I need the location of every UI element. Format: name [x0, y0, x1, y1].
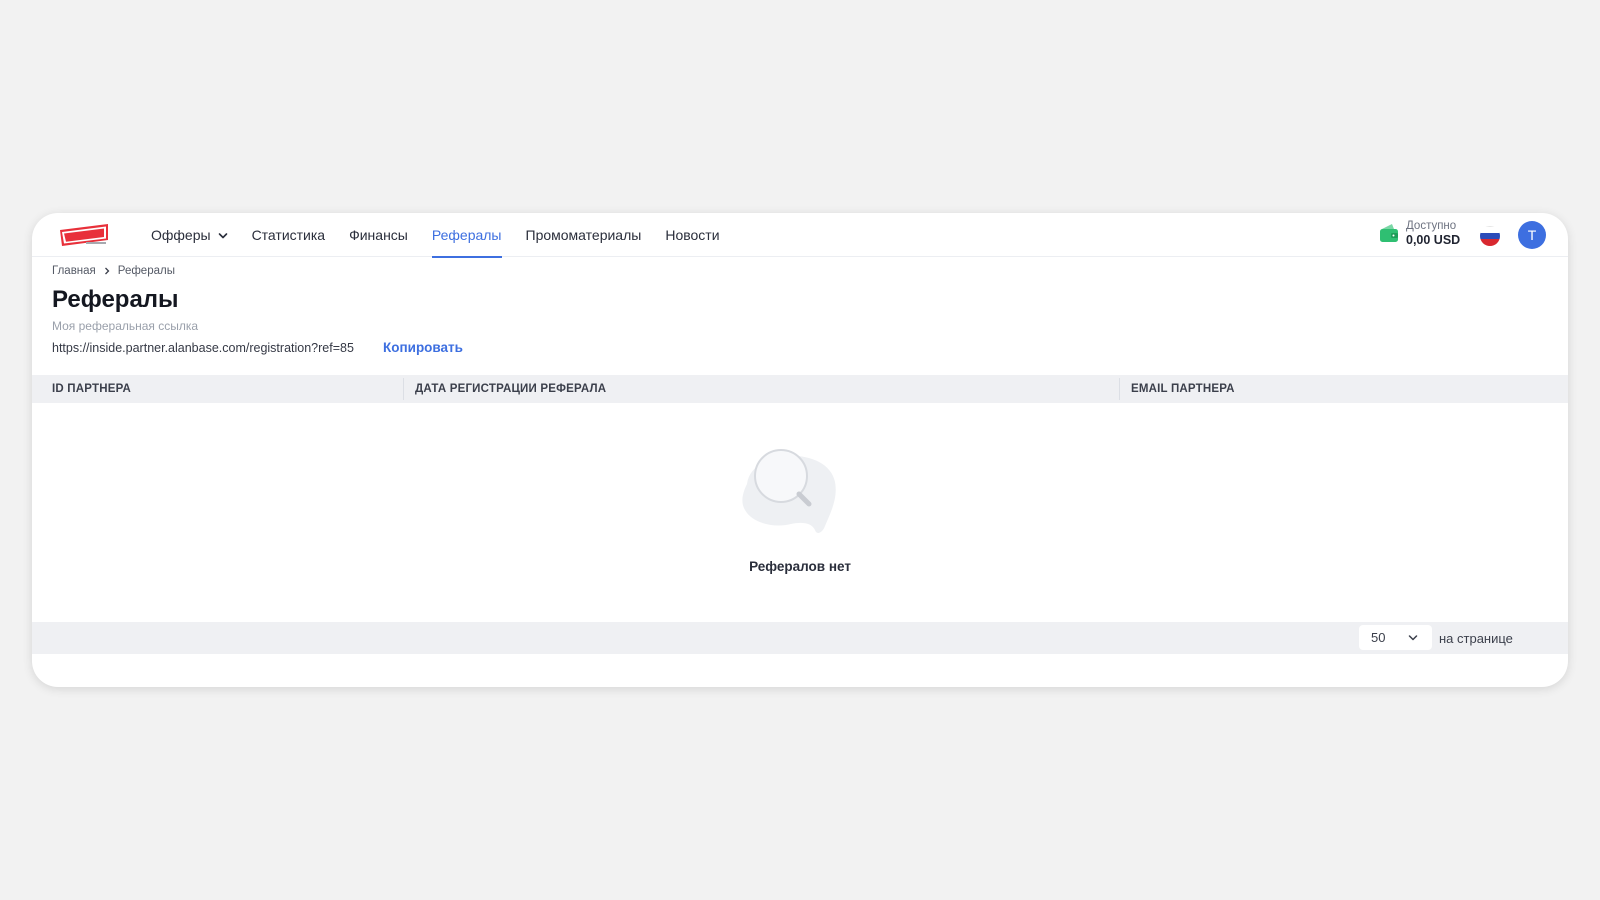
nav-news[interactable]: Новости [665, 213, 719, 257]
chevron-right-icon [104, 267, 110, 275]
column-partner-id[interactable]: ID ПАРТНЕРА [52, 375, 131, 403]
breadcrumb-home[interactable]: Главная [52, 265, 96, 277]
nav-news-label: Новости [665, 227, 720, 243]
referral-link-label: Моя реферальная ссылка [52, 319, 199, 333]
main-card: Офферы Статистика Финансы Рефералы Промо… [32, 213, 1568, 687]
empty-search-icon [742, 449, 836, 533]
nav-promo-materials-label: Промоматериалы [525, 227, 642, 243]
referral-link: https://inside.partner.alanbase.com/regi… [52, 341, 354, 355]
wallet-icon[interactable] [1378, 223, 1400, 243]
copy-button[interactable]: Копировать [383, 340, 463, 355]
column-referral-registration-date[interactable]: ДАТА РЕГИСТРАЦИИ РЕФЕРАЛА [415, 375, 606, 403]
empty-state-text: Рефералов нет [749, 559, 851, 574]
balance-display[interactable]: Доступно 0,00 USD [1406, 219, 1460, 247]
nav-offers[interactable]: Офферы [151, 213, 228, 257]
table-header: ID ПАРТНЕРА ДАТА РЕГИСТРАЦИИ РЕФЕРАЛА EM… [32, 375, 1568, 403]
balance-value: 0,00 USD [1406, 233, 1461, 247]
nav-finances[interactable]: Финансы [349, 213, 408, 257]
column-divider [1119, 378, 1120, 400]
per-page-value: 50 [1371, 630, 1386, 645]
nav-referrals-label: Рефералы [431, 227, 502, 243]
nav-offers-label: Офферы [151, 227, 211, 243]
main-nav: Офферы Статистика Финансы Рефералы Промо… [151, 213, 744, 258]
column-partner-email[interactable]: EMAIL ПАРТНЕРА [1131, 375, 1235, 403]
column-divider [403, 378, 404, 400]
chevron-down-icon [218, 232, 227, 238]
russia-flag-icon[interactable] [1480, 226, 1500, 246]
nav-finances-label: Финансы [349, 227, 408, 243]
top-navigation-bar: Офферы Статистика Финансы Рефералы Промо… [32, 213, 1568, 258]
nav-statistics[interactable]: Статистика [252, 213, 326, 257]
page-title: Рефералы [52, 286, 179, 313]
user-avatar[interactable]: T [1518, 221, 1546, 249]
table-footer [32, 622, 1568, 654]
breadcrumb: Главная Рефералы [52, 265, 175, 277]
per-page-select[interactable]: 50 [1359, 625, 1432, 650]
balance-label: Доступно [1406, 220, 1457, 232]
nav-statistics-label: Статистика [251, 227, 326, 243]
breadcrumb-current: Рефералы [117, 265, 175, 277]
nav-referrals[interactable]: Рефералы [431, 213, 502, 258]
chevron-down-icon [1408, 635, 1418, 641]
per-page-label: на странице [1439, 631, 1513, 646]
inside-logo[interactable] [58, 222, 110, 248]
nav-promo-materials[interactable]: Промоматериалы [526, 213, 642, 257]
